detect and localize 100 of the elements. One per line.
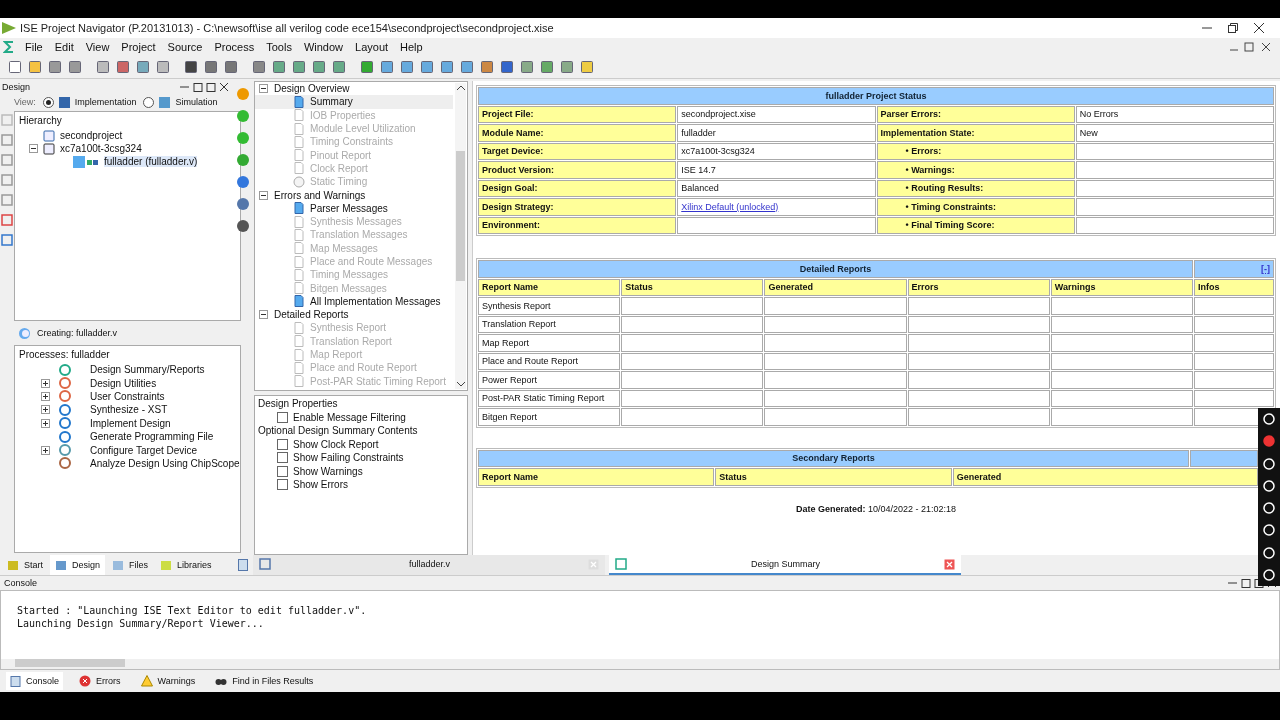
expand-icon[interactable] xyxy=(41,391,50,401)
expand-icon[interactable] xyxy=(41,378,50,388)
tool-icon[interactable] xyxy=(236,219,250,233)
document-tab[interactable]: fulladder.v xyxy=(253,555,605,575)
process-entry[interactable]: Synthesize - XST xyxy=(90,404,168,416)
expand-icon[interactable] xyxy=(41,418,50,428)
checkbox-label[interactable]: Show Errors xyxy=(293,478,348,490)
collapse-link[interactable]: [-] xyxy=(1261,263,1270,274)
toolbar-icon[interactable] xyxy=(460,60,474,74)
checkbox[interactable] xyxy=(277,452,288,464)
collapse-icon[interactable] xyxy=(259,190,268,200)
radio-button[interactable] xyxy=(143,96,155,108)
expand-icon[interactable] xyxy=(41,445,50,455)
tree-item[interactable]: Parser Messages xyxy=(310,202,388,214)
toolbar-icon[interactable] xyxy=(204,60,218,74)
panel-tab[interactable]: Files xyxy=(107,555,154,575)
toolbar-icon[interactable] xyxy=(480,60,494,74)
strategy-link[interactable]: Xilinx Default (unlocked) xyxy=(681,201,779,212)
toolbar-icon[interactable] xyxy=(116,60,130,74)
toolbar-icon[interactable] xyxy=(580,60,594,74)
toolbar-icon[interactable] xyxy=(332,60,346,74)
toolbar-icon[interactable] xyxy=(224,60,238,74)
console-tab[interactable]: Errors xyxy=(75,675,125,687)
document-icon[interactable] xyxy=(237,559,249,571)
scrollbar-thumb[interactable] xyxy=(456,151,465,281)
checkbox[interactable] xyxy=(277,465,288,477)
window-controls-icon[interactable] xyxy=(1230,42,1270,52)
process-entry[interactable]: Design Summary/Reports xyxy=(90,364,205,376)
menu-item[interactable]: Process xyxy=(214,41,255,53)
restore-icon[interactable] xyxy=(1228,23,1238,33)
panel-tab[interactable]: Design xyxy=(50,555,106,575)
process-entry[interactable]: User Constraints xyxy=(90,390,165,402)
collapse-icon[interactable] xyxy=(259,84,268,94)
toolbar-icon[interactable] xyxy=(156,60,170,74)
process-entry[interactable]: Analyze Design Using ChipScope xyxy=(90,457,240,469)
tree-section[interactable]: Detailed Reports xyxy=(274,309,349,321)
process-entry[interactable]: Implement Design xyxy=(90,417,171,429)
menu-item[interactable]: Tools xyxy=(266,41,292,53)
collapse-icon[interactable] xyxy=(259,310,268,320)
expand-icon[interactable] xyxy=(41,405,50,415)
scroll-up-icon[interactable] xyxy=(456,85,465,91)
tool-icon[interactable] xyxy=(236,175,250,189)
checkbox-label[interactable]: Show Clock Report xyxy=(293,439,379,451)
process-entry[interactable]: Design Utilities xyxy=(90,377,157,389)
process-entry[interactable]: Configure Target Device xyxy=(90,444,198,456)
toolbar-icon[interactable] xyxy=(420,60,434,74)
toolbar-icon[interactable] xyxy=(184,60,198,74)
checkbox-label[interactable]: Show Failing Constraints xyxy=(293,452,404,464)
toolbar-icon[interactable] xyxy=(520,60,534,74)
view-option[interactable]: Simulation xyxy=(175,97,218,107)
tree-item[interactable]: All Implementation Messages xyxy=(310,295,441,307)
document-tab[interactable]: Design Summary xyxy=(609,555,961,575)
toolbar-icon[interactable] xyxy=(8,60,22,74)
tree-item[interactable]: xc7a100t-3csg324 xyxy=(60,143,142,154)
panel-tab[interactable]: Start xyxy=(2,555,48,575)
panel-tab[interactable]: Libraries xyxy=(155,555,217,575)
toolbar-icon[interactable] xyxy=(312,60,326,74)
tree-section[interactable]: Errors and Warnings xyxy=(274,189,366,201)
close-icon[interactable] xyxy=(1254,23,1264,33)
toolbar-icon[interactable] xyxy=(68,60,82,74)
tree-item[interactable]: secondproject xyxy=(60,130,123,141)
console-tab[interactable]: Warnings xyxy=(136,675,200,687)
toolbar-icon[interactable] xyxy=(440,60,454,74)
toolbar-icon[interactable] xyxy=(252,60,266,74)
scrollbar-thumb[interactable] xyxy=(15,659,125,667)
toolbar-icon[interactable] xyxy=(380,60,394,74)
console-tab[interactable]: Find in Files Results xyxy=(211,675,318,687)
radio-button[interactable] xyxy=(42,96,54,108)
toolbar-icon[interactable] xyxy=(400,60,414,74)
checkbox[interactable] xyxy=(277,478,288,490)
toolbar-icon[interactable] xyxy=(272,60,286,74)
menu-item[interactable]: Source xyxy=(167,41,203,53)
menu-item[interactable]: Edit xyxy=(54,41,74,53)
menu-item[interactable]: File xyxy=(25,41,43,53)
tool-icon[interactable] xyxy=(236,197,250,211)
view-option[interactable]: Implementation xyxy=(74,97,137,107)
console-tab[interactable]: Console xyxy=(6,672,64,690)
menu-item[interactable]: Project xyxy=(121,41,156,53)
toolbar-icon[interactable] xyxy=(500,60,514,74)
process-entry[interactable]: Generate Programming File xyxy=(90,431,214,443)
toolbar-icon[interactable] xyxy=(28,60,42,74)
toolbar-icon[interactable] xyxy=(292,60,306,74)
tree-section[interactable]: Design Overview xyxy=(274,83,350,95)
toolbar-icon[interactable] xyxy=(560,60,574,74)
checkbox-label[interactable]: Show Warnings xyxy=(293,465,363,477)
collapse-icon[interactable] xyxy=(29,144,38,153)
checkbox-label[interactable]: Enable Message Filtering xyxy=(293,412,406,424)
scroll-down-icon[interactable] xyxy=(456,381,465,387)
toolbar-icon[interactable] xyxy=(136,60,150,74)
checkbox[interactable] xyxy=(277,439,288,451)
toolbar-icon[interactable] xyxy=(360,60,374,74)
checkbox[interactable] xyxy=(277,412,288,424)
tree-item[interactable]: fulladder (fulladder.v) xyxy=(104,156,198,167)
menu-item[interactable]: Layout xyxy=(355,41,389,53)
panel-controls-icon[interactable] xyxy=(180,82,228,92)
menu-item[interactable]: View xyxy=(85,41,110,53)
toolbar-icon[interactable] xyxy=(96,60,110,74)
menu-item[interactable]: Window xyxy=(303,41,344,53)
menu-item[interactable]: Help xyxy=(400,41,423,53)
toolbar-icon[interactable] xyxy=(48,60,62,74)
